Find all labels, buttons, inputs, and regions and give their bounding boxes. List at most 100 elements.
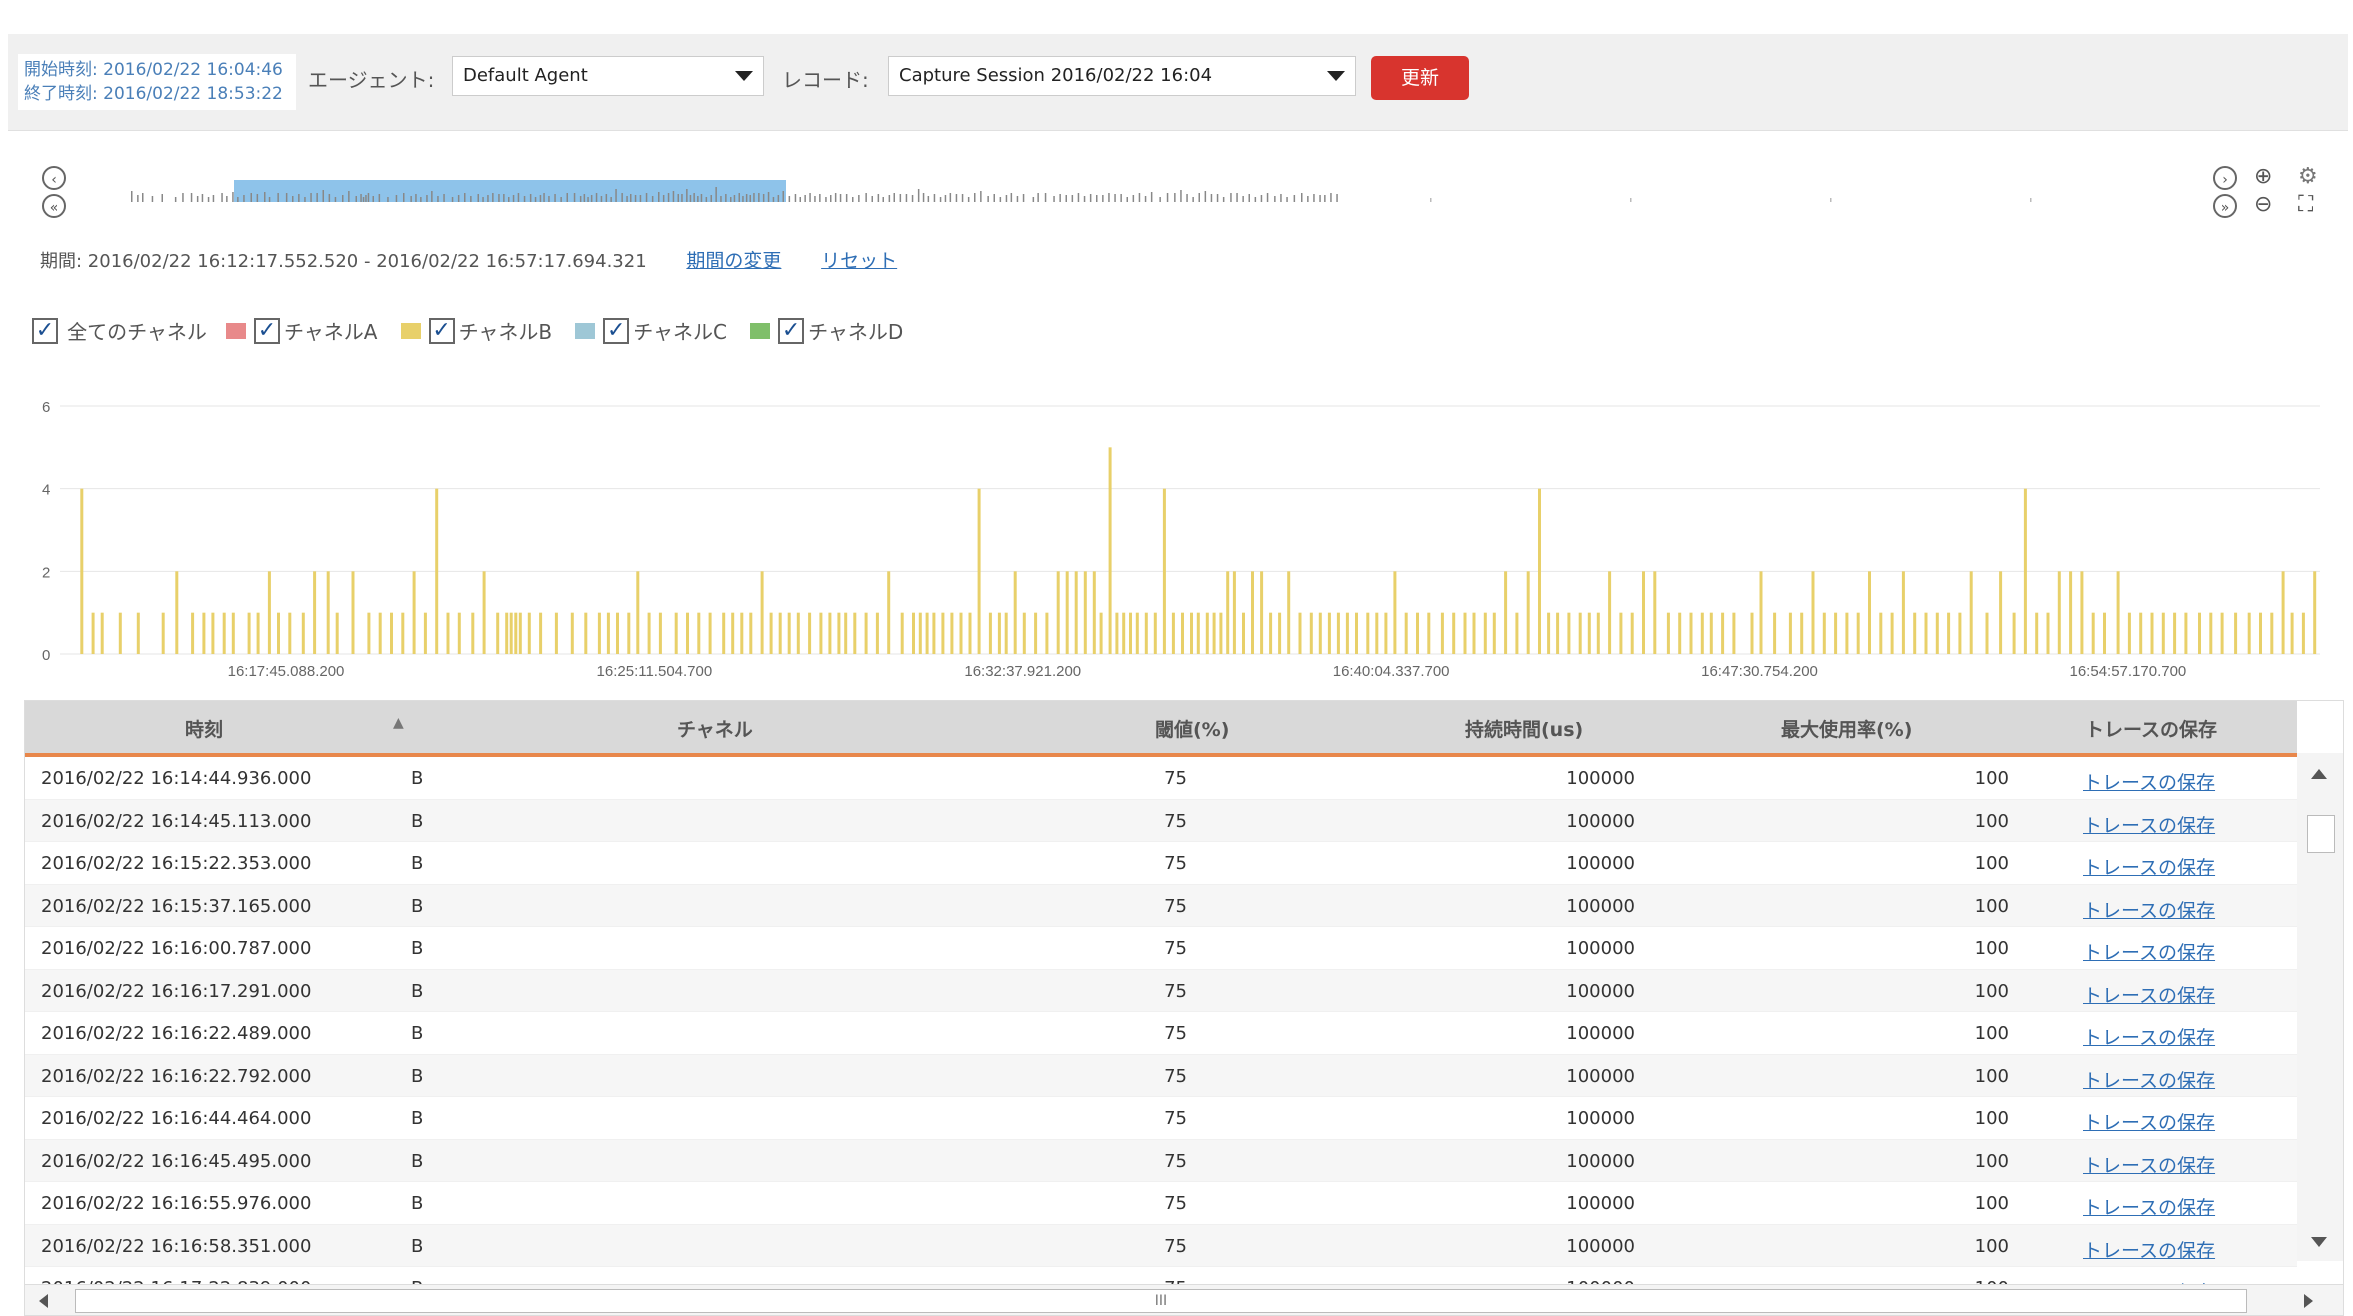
overview-bar bbox=[310, 193, 312, 202]
agent-select[interactable]: Default Agent bbox=[452, 56, 764, 96]
time-range-box: 開始時刻: 2016/02/22 16:04:46 終了時刻: 2016/02/… bbox=[18, 54, 296, 110]
table-row[interactable]: 2016/02/22 16:15:37.165.000 B 75 100000 100 ト… bbox=[25, 884, 2297, 927]
chart-bar bbox=[2313, 571, 2317, 654]
scroll-up-icon[interactable] bbox=[2311, 769, 2327, 779]
chart-bar bbox=[1901, 571, 1905, 654]
table-row[interactable]: 2016/02/22 16:16:58.351.000 B 75 100000 100 ト… bbox=[25, 1224, 2297, 1267]
overview-bar bbox=[554, 194, 556, 202]
table-row[interactable]: 2016/02/22 16:16:44.464.000 B 75 100000 100 ト… bbox=[25, 1097, 2297, 1140]
table-row[interactable]: 2016/02/22 16:16:17.291.000 B 75 100000 100 ト… bbox=[25, 969, 2297, 1012]
fullscreen-icon[interactable]: ⛶ bbox=[2298, 192, 2313, 217]
reset-link[interactable]: リセット bbox=[821, 250, 897, 272]
column-header-channel[interactable]: チャネル bbox=[677, 715, 753, 742]
chart-bar bbox=[1013, 571, 1017, 654]
circle-double-chevron-right-icon[interactable]: » bbox=[2213, 194, 2237, 218]
chart-bar bbox=[1732, 612, 1736, 654]
overview-bar bbox=[137, 195, 139, 202]
save-trace-link[interactable]: トレースの保存 bbox=[2083, 768, 2215, 795]
table-row[interactable]: 2016/02/22 16:16:55.976.000 B 75 100000 100 ト… bbox=[25, 1182, 2297, 1225]
channel-c-checkbox[interactable]: ✓ bbox=[603, 317, 630, 344]
sort-ascending-icon[interactable]: ▲ bbox=[393, 715, 404, 731]
scroll-down-icon[interactable] bbox=[2311, 1237, 2327, 1247]
table-row[interactable]: 2016/02/22 16:16:00.787.000 B 75 100000 100 ト… bbox=[25, 927, 2297, 970]
save-trace-link[interactable]: トレースの保存 bbox=[2083, 1151, 2215, 1178]
column-header-threshold[interactable]: 閾値(%) bbox=[1155, 715, 1229, 742]
channel-d-checkbox[interactable]: ✓ bbox=[778, 317, 805, 344]
chart-bar bbox=[1108, 447, 1112, 654]
table-row[interactable]: 2016/02/22 16:14:44.936.000 B 75 100000 100 ト… bbox=[25, 757, 2297, 800]
scroll-right-icon[interactable] bbox=[2304, 1294, 2313, 1308]
overview-bar bbox=[482, 197, 484, 202]
chart-bar bbox=[1958, 612, 1962, 654]
overview-bar bbox=[974, 193, 976, 202]
zoom-out-icon[interactable]: ⊖ bbox=[2254, 192, 2272, 217]
save-trace-link[interactable]: トレースの保存 bbox=[2083, 811, 2215, 838]
overview-bar bbox=[201, 194, 204, 202]
circle-double-chevron-left-icon[interactable]: « bbox=[42, 194, 66, 218]
column-header-time[interactable]: 時刻 bbox=[185, 715, 223, 742]
overview-bar bbox=[1319, 195, 1321, 202]
save-trace-link[interactable]: トレースの保存 bbox=[2083, 1193, 2215, 1220]
x-tick-label: 16:54:57.170.700 bbox=[2070, 663, 2187, 680]
chart-bar bbox=[509, 612, 513, 654]
overview-bar bbox=[1044, 193, 1047, 202]
table-row[interactable]: 2016/02/22 16:16:22.792.000 B 75 100000 100 ト… bbox=[25, 1054, 2297, 1097]
column-header-max-usage[interactable]: 最大使用率(%) bbox=[1781, 715, 1912, 742]
circle-chevron-left-icon[interactable]: ‹ bbox=[42, 166, 66, 190]
chart-bar bbox=[1327, 612, 1331, 654]
table-row[interactable]: 2016/02/22 16:16:22.489.000 B 75 100000 100 ト… bbox=[25, 1012, 2297, 1055]
overview-bar bbox=[1114, 194, 1116, 202]
overview-bar bbox=[579, 196, 582, 202]
chart-bar bbox=[2209, 612, 2213, 654]
overview-bar bbox=[777, 195, 780, 202]
scroll-thumb[interactable] bbox=[2307, 815, 2335, 853]
chart-bar bbox=[2116, 571, 2120, 654]
cell-channel: B bbox=[411, 1235, 424, 1257]
save-trace-link[interactable]: トレースの保存 bbox=[2083, 896, 2215, 923]
horizontal-scroll-thumb[interactable]: III bbox=[75, 1289, 2247, 1313]
column-header-duration[interactable]: 持続時間(us) bbox=[1465, 715, 1583, 742]
channel-b-checkbox[interactable]: ✓ bbox=[428, 317, 455, 344]
vertical-scrollbar[interactable] bbox=[2297, 753, 2343, 1261]
save-trace-link[interactable]: トレースの保存 bbox=[2083, 1023, 2215, 1050]
overview-navigator: ‹ « › » ⊕ ⊖ ⚙ ⛶ bbox=[30, 160, 2330, 230]
overview-bar bbox=[1059, 194, 1061, 202]
overview-bar bbox=[1293, 195, 1296, 202]
update-button[interactable]: 更新 bbox=[1371, 56, 1469, 100]
overview-bar bbox=[693, 193, 695, 202]
save-trace-link[interactable]: トレースの保存 bbox=[2083, 853, 2215, 880]
save-trace-link[interactable]: トレースの保存 bbox=[2083, 1236, 2215, 1263]
chart-bar bbox=[1587, 612, 1591, 654]
chart-bar bbox=[912, 612, 915, 654]
circle-chevron-right-icon[interactable]: › bbox=[2213, 166, 2237, 190]
table-row[interactable]: 2016/02/22 16:16:45.495.000 B 75 100000 100 ト… bbox=[25, 1139, 2297, 1182]
chart-bar bbox=[1800, 612, 1804, 654]
overview-bar bbox=[1032, 197, 1035, 202]
save-trace-link[interactable]: トレースの保存 bbox=[2083, 1108, 2215, 1135]
overview-bar bbox=[804, 195, 806, 202]
chart-bar bbox=[471, 612, 475, 654]
cell-duration: 100000 bbox=[1566, 1108, 1635, 1129]
record-select-value: Capture Session 2016/02/22 16:04 bbox=[899, 65, 1213, 86]
channel-a-checkbox[interactable]: ✓ bbox=[254, 317, 280, 344]
overview-sparkline[interactable] bbox=[110, 168, 2190, 218]
scroll-left-icon[interactable] bbox=[39, 1294, 48, 1308]
save-trace-link[interactable]: トレースの保存 bbox=[2083, 1066, 2215, 1093]
record-select[interactable]: Capture Session 2016/02/22 16:04 bbox=[888, 56, 1356, 96]
zoom-in-icon[interactable]: ⊕ bbox=[2254, 164, 2272, 189]
table-row[interactable]: 2016/02/22 16:15:22.353.000 B 75 100000 100 ト… bbox=[25, 842, 2297, 885]
column-header-save-trace[interactable]: トレースの保存 bbox=[2085, 715, 2217, 742]
save-trace-link[interactable]: トレースの保存 bbox=[2083, 938, 2215, 965]
overview-bar bbox=[367, 193, 370, 202]
chart-bar bbox=[2139, 612, 2143, 654]
settings-icon[interactable]: ⚙ bbox=[2298, 164, 2318, 189]
all-channels-checkbox[interactable]: ✓ bbox=[32, 317, 58, 344]
overview-bar bbox=[457, 195, 460, 202]
overview-bar bbox=[1324, 195, 1326, 202]
horizontal-scrollbar[interactable]: III bbox=[25, 1284, 2343, 1315]
table-row[interactable]: 2016/02/22 16:14:45.113.000 B 75 100000 100 ト… bbox=[25, 799, 2297, 842]
save-trace-link[interactable]: トレースの保存 bbox=[2083, 981, 2215, 1008]
cell-threshold: 75 bbox=[1164, 1023, 1187, 1044]
change-period-link[interactable]: 期間の変更 bbox=[686, 250, 781, 272]
chart-bar bbox=[1242, 612, 1245, 654]
